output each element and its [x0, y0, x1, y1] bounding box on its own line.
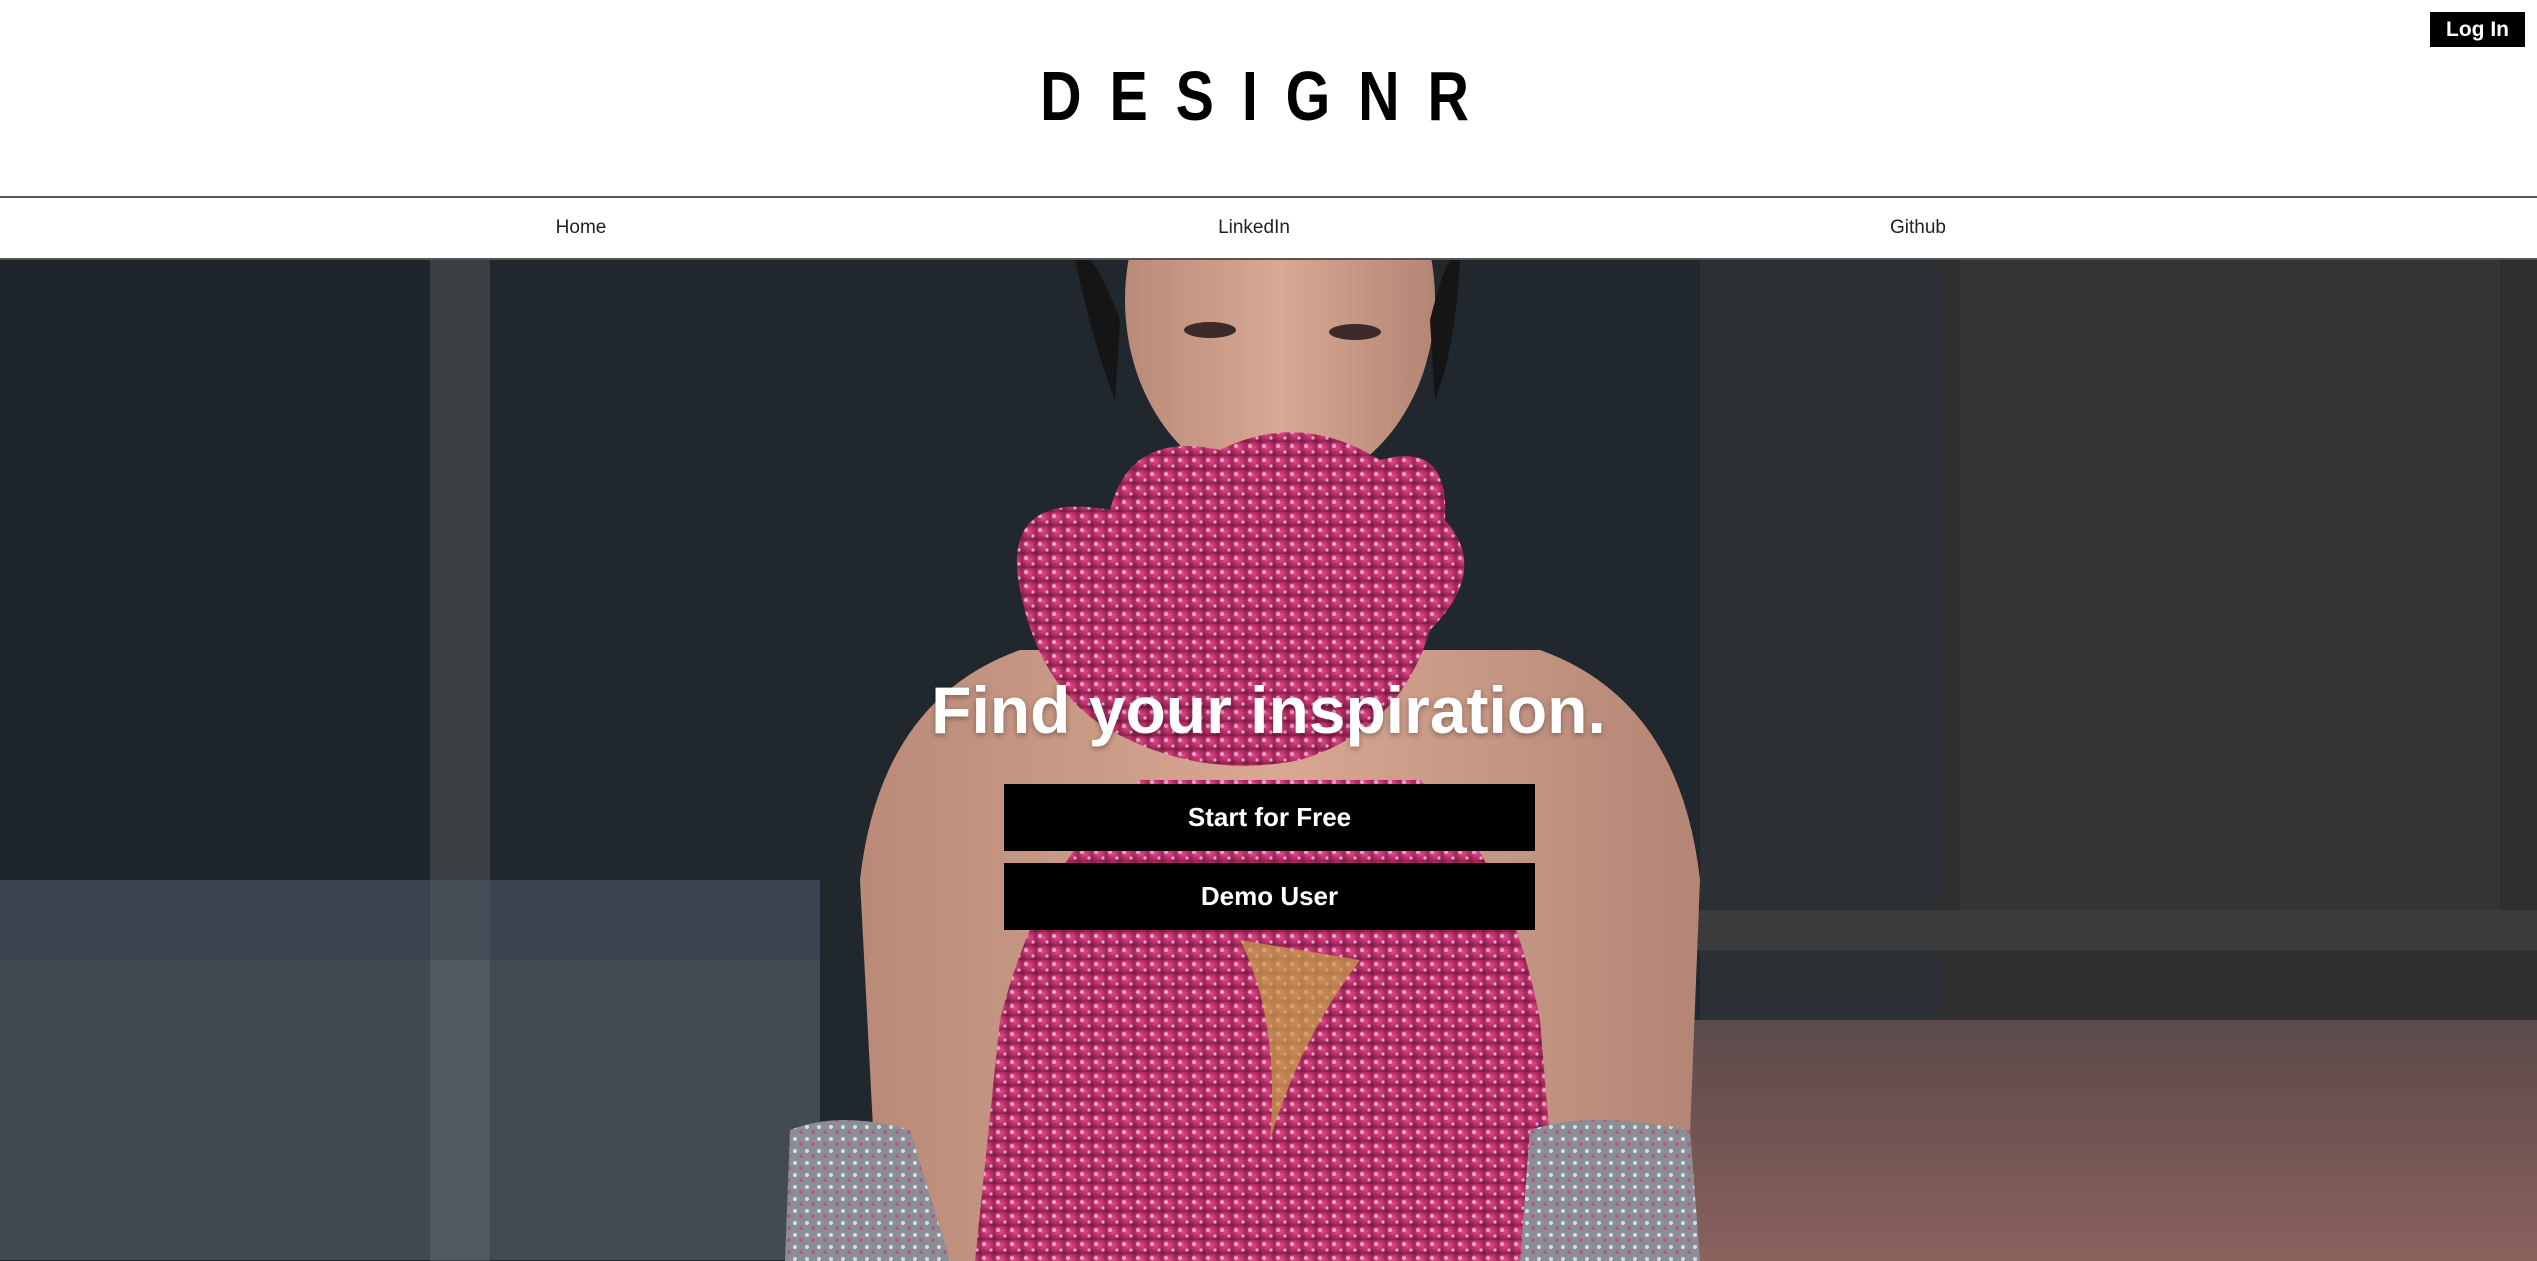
site-logo[interactable]: DESIGNR [228, 58, 2308, 134]
nav-item-github[interactable]: Github [1890, 198, 1946, 258]
nav-item-linkedin[interactable]: LinkedIn [1218, 198, 1290, 258]
hero-background-image [0, 260, 2537, 1261]
hero-title: Find your inspiration. [931, 673, 1606, 747]
start-for-free-button[interactable]: Start for Free [1004, 784, 1535, 851]
site-header: DESIGNR Log In [0, 0, 2537, 196]
login-button[interactable]: Log In [2430, 12, 2525, 47]
demo-user-button[interactable]: Demo User [1004, 863, 1535, 930]
landing-page: DESIGNR Log In Home LinkedIn Github Find… [0, 0, 2537, 1261]
main-nav: Home LinkedIn Github [0, 196, 2537, 260]
hero-section: Find your inspiration. Start for Free De… [0, 260, 2537, 1261]
nav-item-home[interactable]: Home [556, 198, 607, 258]
